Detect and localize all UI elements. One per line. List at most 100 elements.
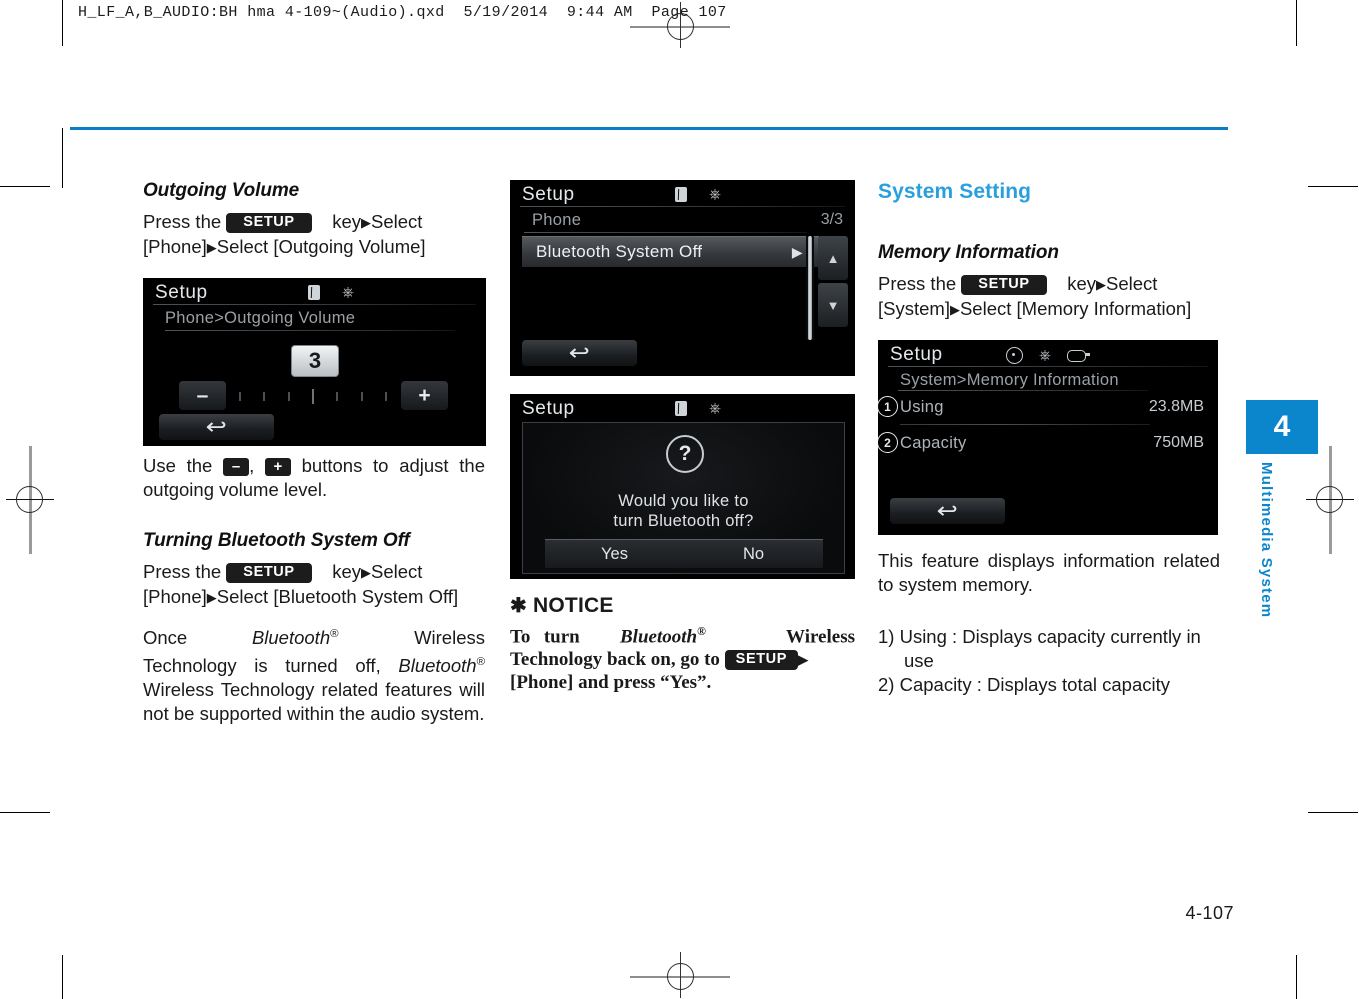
list-item: 2) Capacity : Displays total capacity	[878, 674, 1171, 695]
crop-mark-top-left-v	[62, 0, 63, 46]
screenshot-outgoing-volume: Setup ⎈ Phone>Outgoing Volume 3 – + ↩	[143, 278, 486, 446]
volume-value: 3	[308, 348, 322, 373]
triangle-arrow-icon-5: ▶	[1096, 277, 1106, 292]
once-word: Once	[143, 627, 188, 649]
notice-body: To turn Bluetooth® Wireless Technology b…	[510, 620, 855, 694]
crop-mark-top-left-h	[0, 186, 50, 187]
scroll-down-icon: ▼	[826, 297, 840, 313]
screen-title-list: Setup	[522, 184, 575, 205]
bluetooth-icon	[308, 285, 320, 300]
back-button[interactable]: ↩	[159, 414, 274, 440]
select-outgoing-volume: Select [Outgoing Volume]	[216, 236, 426, 257]
chapter-number-tab: 4	[1246, 400, 1318, 454]
registration-mark-right	[1306, 446, 1354, 554]
page-number: 4-107	[1185, 903, 1234, 923]
registered-mark-2: ®	[476, 656, 486, 669]
setup-key-badge-2: SETUP	[226, 563, 312, 583]
scroll-down-button[interactable]: ▼	[818, 283, 848, 327]
print-file-slug: H_LF_A,B_AUDIO:BH hma 4-109~(Audio).qxd …	[78, 4, 727, 21]
screenshot-phone-list: Setup ⎈ Phone 3/3 Bluetooth System Off ▶…	[510, 180, 855, 376]
wireless-word-notice: Wireless	[786, 626, 855, 648]
screen-breadcrumb: Phone>Outgoing Volume	[165, 309, 356, 327]
bluetooth-icon	[675, 401, 687, 416]
crop-mark-bottom-left-h	[0, 812, 50, 813]
minus-key-badge: –	[223, 458, 250, 476]
memory-definitions-list: 1) Using : Displays capacity currently i…	[878, 625, 1220, 697]
volume-plus-button[interactable]: +	[401, 381, 448, 410]
select-memory-information: Select [Memory Information]	[959, 298, 1192, 319]
press-the-text-2: Press the	[143, 561, 222, 582]
bluetooth-icon	[675, 187, 687, 202]
crop-mark-top-right-v	[1296, 0, 1297, 46]
triangle-arrow-icon-notice: ▶	[798, 652, 809, 668]
paragraph-memory-information-steps: Press the SETUP key▶Select [System]▶Sele…	[878, 272, 1220, 322]
heading-outgoing-volume: Outgoing Volume	[143, 180, 300, 201]
volume-value-box: 3	[291, 345, 339, 377]
usb-icon: ⎈	[342, 284, 355, 301]
column-middle: Setup ⎈ Phone 3/3 Bluetooth System Off ▶…	[510, 180, 855, 694]
phone-bracket-2: [Phone]	[143, 586, 207, 607]
scrollbar-thumb[interactable]	[808, 236, 812, 340]
press-the-text: Press the	[143, 211, 222, 232]
registration-mark-left	[6, 446, 54, 554]
callout-2-text: 2	[884, 435, 891, 450]
column-right: System Setting Memory Information Press …	[878, 180, 1220, 697]
triangle-arrow-icon: ▶	[361, 215, 371, 230]
status-icons-dialog: ⎈	[675, 401, 721, 416]
crop-mark-left-inner-v	[62, 128, 63, 188]
bluetooth-off-tail-text: Wireless Technology related features wil…	[143, 679, 485, 725]
triangle-arrow-icon-6: ▶	[949, 302, 960, 317]
header-rule	[70, 127, 1228, 130]
crop-mark-bottom-left-v	[62, 955, 63, 999]
question-mark-icon: ?	[666, 435, 704, 473]
minus-icon: –	[196, 383, 209, 407]
crop-mark-bottom-right-h	[1308, 812, 1358, 813]
asterisk-icon: ✱	[510, 595, 527, 617]
memory-row-capacity-value: 750MB	[1153, 434, 1204, 451]
paragraph-bluetooth-off-steps: Press the SETUP key▶Select [Phone]▶Selec…	[143, 560, 485, 610]
scroll-up-button[interactable]: ▲	[818, 236, 848, 280]
notice-line-a: To turn	[510, 626, 580, 648]
status-icons-memory: ⎈	[1006, 347, 1091, 364]
disc-icon	[1006, 347, 1023, 364]
list-item: 1) Using : Displays capacity currently i…	[878, 626, 1201, 671]
volume-minus-button[interactable]: –	[179, 381, 226, 410]
paragraph-bluetooth-off-note: Once Bluetooth® Wireless Technology is t…	[143, 622, 485, 726]
plus-icon: +	[418, 383, 431, 407]
paragraph-outgoing-volume-steps: Press the SETUP key▶Select [Phone]▶Selec…	[143, 210, 485, 260]
back-button-memory[interactable]: ↩	[890, 498, 1005, 524]
key-word-2: key	[332, 561, 361, 582]
screen-title-memory: Setup	[890, 344, 943, 365]
screenshot-memory-information: Setup ⎈ System>Memory Information 1 Usin…	[878, 340, 1218, 535]
notice-heading: ✱ NOTICE	[510, 593, 855, 618]
notice-line-b: Technology back on, go to	[510, 649, 720, 671]
usb-icon: ⎈	[1039, 347, 1052, 364]
dialog-no-button[interactable]: No	[684, 540, 823, 568]
yes-label: Yes	[601, 544, 628, 563]
paragraph-adjust-volume: Use the –, + buttons to adjust the outgo…	[143, 454, 485, 502]
scrollbar-track[interactable]	[806, 236, 814, 340]
press-the-text-3: Press the	[878, 273, 957, 294]
screen-title: Setup	[155, 282, 208, 303]
dialog-message: Would you like to turn Bluetooth off?	[523, 491, 844, 531]
memory-row-using-label: Using	[900, 398, 944, 416]
back-button-list[interactable]: ↩	[522, 340, 637, 366]
setup-key-badge: SETUP	[226, 213, 312, 233]
callout-number-1: 1	[878, 396, 898, 417]
select-word-2: Select	[371, 561, 423, 582]
dialog-message-line1: Would you like to	[618, 492, 749, 510]
column-left: Outgoing Volume Press the SETUP key▶Sele…	[143, 180, 486, 730]
registered-mark-1: ®	[330, 628, 339, 640]
scroll-up-icon: ▲	[826, 250, 840, 266]
list-item-bluetooth-system-off[interactable]: Bluetooth System Off ▶	[522, 236, 819, 267]
heading-turning-bluetooth-off: Turning Bluetooth System Off	[143, 530, 410, 551]
notice-line-c: [Phone] and press “Yes”.	[510, 672, 712, 694]
bluetooth-trademark-notice: Bluetooth	[620, 626, 698, 648]
screen-title-dialog: Setup	[522, 398, 575, 419]
status-icons: ⎈	[308, 285, 354, 300]
triangle-arrow-icon-4: ▶	[206, 590, 217, 605]
status-icons-list: ⎈	[675, 187, 721, 202]
dialog-yes-button[interactable]: Yes	[545, 540, 684, 568]
list-item-label: Bluetooth System Off	[536, 242, 703, 261]
callout-number-2: 2	[878, 432, 898, 453]
